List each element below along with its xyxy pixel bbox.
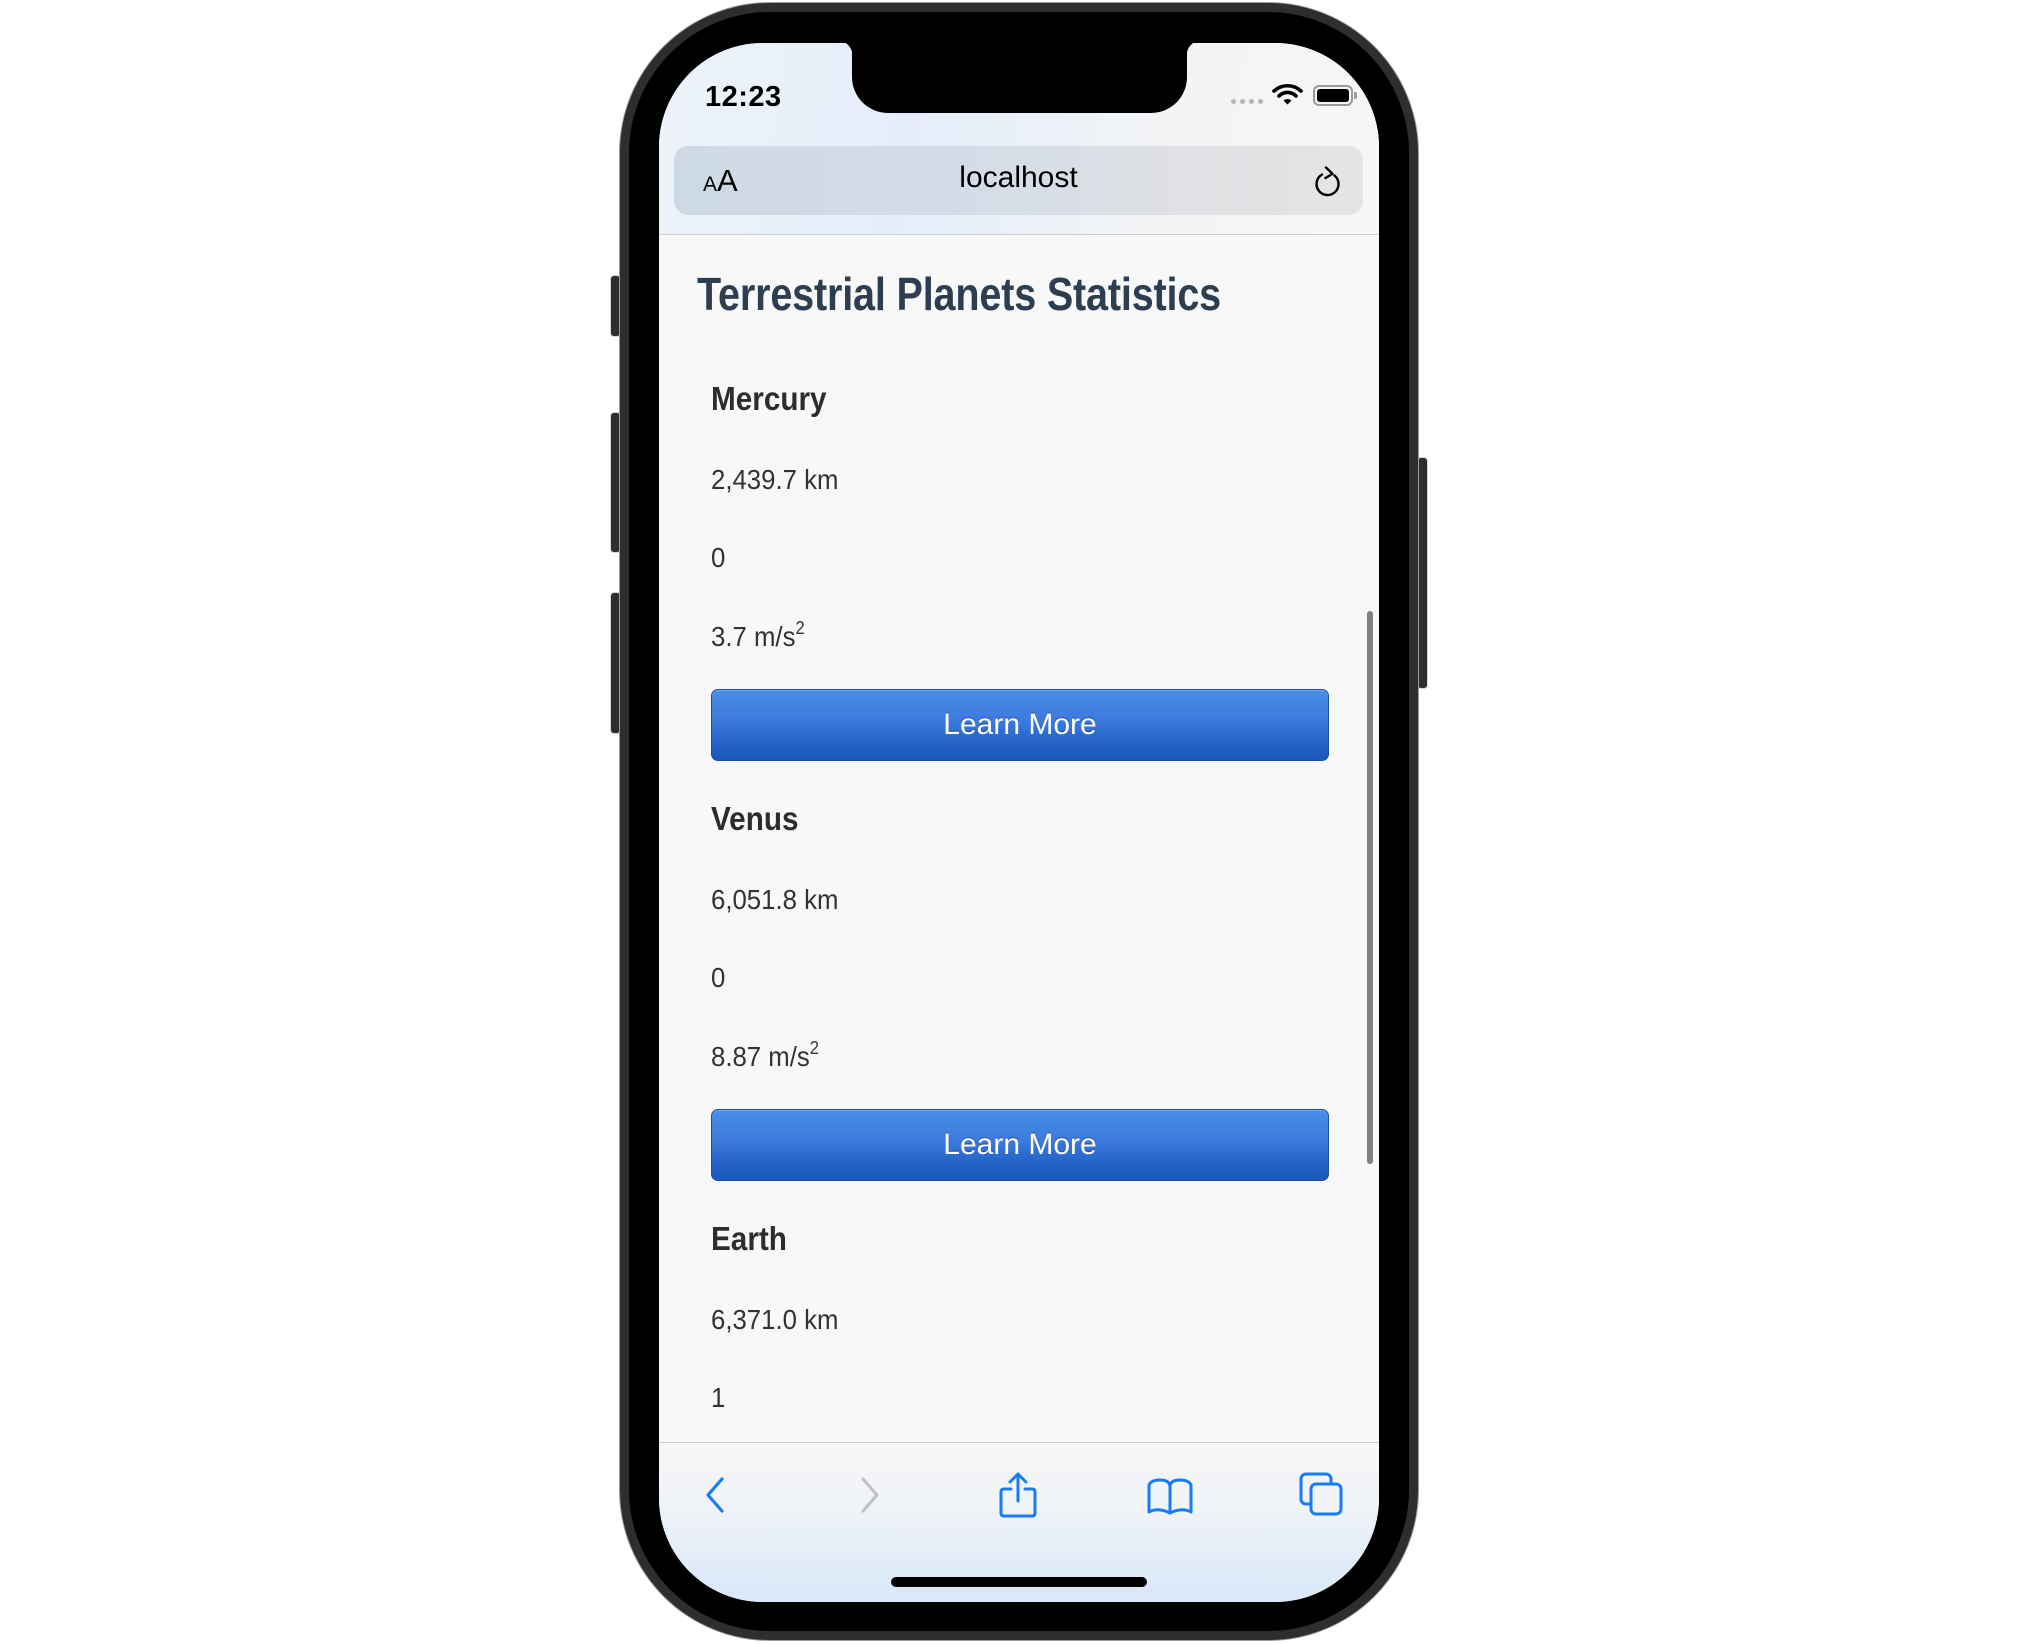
planet-moons: 0 — [711, 542, 726, 573]
planet-radius: 6,371.0 km — [711, 1304, 839, 1335]
share-icon[interactable] — [998, 1471, 1038, 1519]
browser-top-bar: 12:23 AA localhost — [659, 43, 1379, 235]
battery-icon — [1313, 85, 1357, 106]
url-field[interactable]: localhost — [674, 161, 1363, 195]
vertical-scrollbar[interactable] — [1367, 611, 1373, 1164]
home-indicator — [891, 1577, 1147, 1587]
phone-screen: 12:23 AA localhost Terrestrial Planets S… — [659, 43, 1379, 1602]
volume-down-button — [611, 593, 620, 733]
browser-toolbar — [659, 1442, 1379, 1602]
page-content: Terrestrial Planets Statistics Mercury 2… — [659, 235, 1379, 1442]
status-time: 12:23 — [705, 81, 782, 113]
power-button — [1418, 458, 1427, 688]
notch — [838, 43, 1201, 113]
chevron-right-icon[interactable] — [858, 1476, 882, 1514]
planet-name: Earth — [711, 1220, 787, 1257]
volume-up-button — [611, 413, 620, 552]
mute-switch — [611, 276, 620, 336]
cellular-signal-icon — [1231, 99, 1263, 104]
wifi-icon — [1272, 83, 1303, 105]
learn-more-button[interactable]: Learn More — [711, 1109, 1329, 1181]
address-bar[interactable]: AA localhost — [674, 146, 1363, 215]
gravity-value: 8.87 m/s — [711, 1041, 810, 1072]
gravity-exponent: 2 — [795, 618, 805, 638]
planet-name: Mercury — [711, 380, 827, 417]
planet-radius: 6,051.8 km — [711, 884, 839, 915]
learn-more-button[interactable]: Learn More — [711, 689, 1329, 761]
planet-radius: 2,439.7 km — [711, 464, 839, 495]
planet-moons: 0 — [711, 962, 726, 993]
gravity-exponent: 2 — [809, 1038, 820, 1058]
planet-gravity: 3.7 m/s2 — [711, 618, 805, 653]
page-title: Terrestrial Planets Statistics — [697, 268, 1222, 320]
reload-icon[interactable] — [1313, 166, 1343, 198]
planet-name: Venus — [711, 800, 799, 837]
gravity-value: 3.7 m/s — [711, 621, 796, 652]
chevron-left-icon[interactable] — [703, 1476, 727, 1514]
planet-moons: 1 — [711, 1382, 726, 1413]
book-icon[interactable] — [1146, 1477, 1194, 1515]
tabs-icon[interactable] — [1299, 1472, 1343, 1516]
planet-gravity: 8.87 m/s2 — [711, 1038, 820, 1073]
